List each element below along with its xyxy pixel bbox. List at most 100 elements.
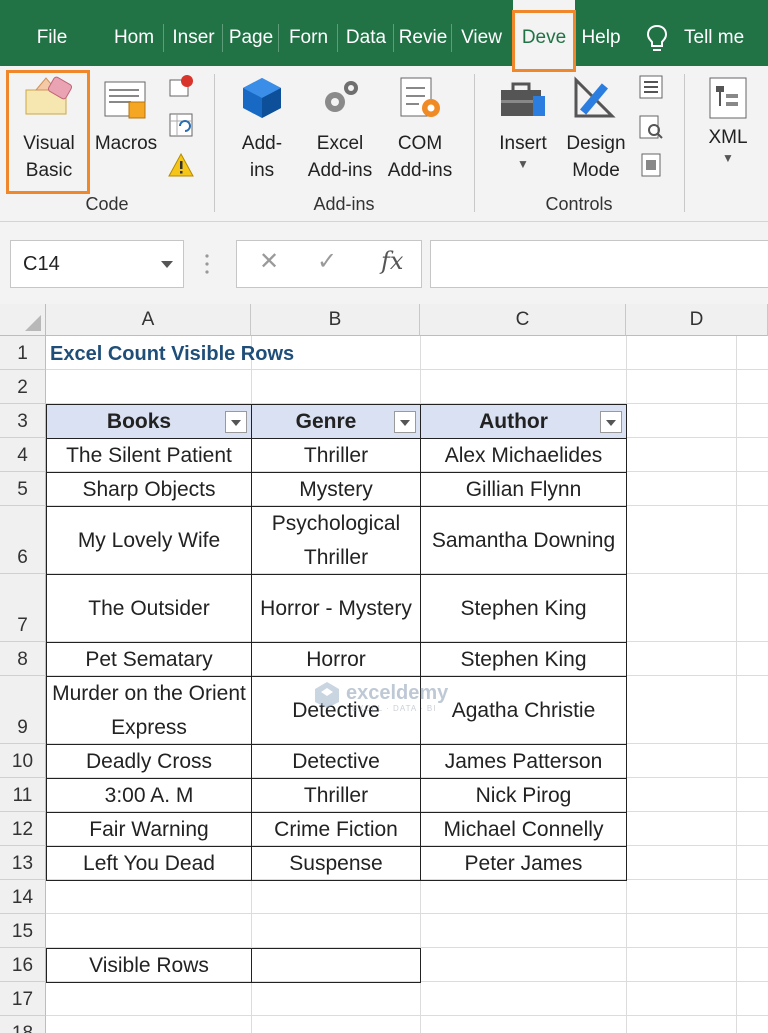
insert-function-icon[interactable]: fx — [381, 247, 403, 275]
tab-view[interactable]: View — [452, 0, 511, 66]
table-cell[interactable]: Peter James — [420, 846, 627, 881]
table-cell[interactable]: Horror — [251, 642, 421, 677]
column-header-e[interactable] — [736, 304, 768, 336]
gridline — [46, 1015, 768, 1016]
sheet-title[interactable]: Excel Count Visible Rows — [46, 336, 627, 371]
cancel-icon[interactable]: ✕ — [259, 247, 279, 276]
enter-icon[interactable]: ✓ — [317, 247, 337, 276]
row-header-6[interactable]: 6 — [0, 506, 46, 574]
table-cell[interactable]: 3:00 A. M — [46, 778, 252, 813]
formula-input[interactable] — [430, 240, 768, 288]
table-cell[interactable]: Fair Warning — [46, 812, 252, 847]
drag-handle-icon[interactable] — [205, 252, 209, 276]
record-macro-icon[interactable] — [168, 74, 194, 100]
addins-button[interactable]: Add- ins — [226, 74, 298, 184]
table-cell[interactable]: Stephen King — [420, 642, 627, 677]
table-cell[interactable]: Nick Pirog — [420, 778, 627, 813]
name-box[interactable]: C14 — [10, 240, 184, 288]
run-dialog-icon[interactable] — [638, 152, 664, 178]
addins-group-label: Add-ins — [313, 194, 375, 214]
worksheet-grid[interactable]: ABCD123456789101112131415161718Excel Cou… — [0, 304, 768, 1033]
table-cell[interactable]: Michael Connelly — [420, 812, 627, 847]
com-addins-button[interactable]: COM Add-ins — [382, 74, 458, 184]
table-header-author[interactable]: Author — [420, 404, 627, 439]
table-cell[interactable]: James Patterson — [420, 744, 627, 779]
table-cell[interactable]: Mystery — [251, 472, 421, 507]
select-all-button[interactable] — [0, 304, 46, 336]
tab-file[interactable]: File — [0, 0, 104, 66]
table-cell[interactable]: Left You Dead — [46, 846, 252, 881]
tab-help[interactable]: Help — [576, 0, 626, 66]
row-header-14[interactable]: 14 — [0, 880, 46, 914]
tab-developer[interactable]: Deve — [513, 0, 575, 70]
tab-home[interactable]: Hom — [104, 0, 164, 66]
tab-insert[interactable]: Inser — [164, 0, 223, 66]
table-cell[interactable]: My Lovely Wife — [46, 506, 252, 575]
row-header-16[interactable]: 16 — [0, 948, 46, 982]
row-header-10[interactable]: 10 — [0, 744, 46, 778]
properties-icon[interactable] — [638, 74, 664, 100]
column-header-c[interactable]: C — [420, 304, 626, 336]
row-header-3[interactable]: 3 — [0, 404, 46, 438]
column-header-b[interactable]: B — [251, 304, 420, 336]
excel-addins-button[interactable]: Excel Add-ins — [298, 74, 382, 184]
visible-rows-result[interactable] — [251, 948, 421, 983]
table-cell[interactable]: Crime Fiction — [251, 812, 421, 847]
design-mode-button[interactable]: Design Mode — [560, 74, 632, 184]
table-cell[interactable]: Alex Michaelides — [420, 438, 627, 473]
code-group-label: Code — [85, 194, 129, 214]
table-cell[interactable]: Horror - Mystery — [251, 574, 421, 643]
table-cell[interactable]: Murder on the Orient Express — [46, 676, 252, 745]
table-cell[interactable]: The Silent Patient — [46, 438, 252, 473]
table-cell[interactable]: The Outsider — [46, 574, 252, 643]
insert-controls-button[interactable]: Insert ▼ — [488, 74, 558, 171]
macro-security-icon[interactable] — [168, 152, 194, 178]
tab-formulas[interactable]: Forn — [279, 0, 338, 66]
tab-data[interactable]: Data — [338, 0, 394, 66]
visual-basic-button[interactable]: Visual Basic — [10, 74, 88, 184]
view-code-icon[interactable] — [638, 114, 664, 140]
row-header-1[interactable]: 1 — [0, 336, 46, 370]
table-cell[interactable]: Suspense — [251, 846, 421, 881]
table-cell[interactable]: Thriller — [251, 778, 421, 813]
visible-rows-label[interactable]: Visible Rows — [46, 948, 252, 983]
table-header-books[interactable]: Books — [46, 404, 252, 439]
table-cell[interactable]: Deadly Cross — [46, 744, 252, 779]
chevron-down-icon[interactable] — [161, 261, 173, 268]
tab-review[interactable]: Revie — [394, 0, 452, 66]
row-header-12[interactable]: 12 — [0, 812, 46, 846]
table-cell[interactable]: Thriller — [251, 438, 421, 473]
filter-dropdown-button[interactable] — [600, 411, 622, 433]
column-header-a[interactable]: A — [46, 304, 251, 336]
xml-button[interactable]: XML ▼ — [696, 74, 760, 165]
row-header-7[interactable]: 7 — [0, 574, 46, 642]
row-header-17[interactable]: 17 — [0, 982, 46, 1016]
relative-references-icon[interactable] — [168, 112, 194, 138]
macros-button[interactable]: Macros — [90, 74, 162, 157]
filter-dropdown-button[interactable] — [394, 411, 416, 433]
row-header-9[interactable]: 9 — [0, 676, 46, 744]
row-header-4[interactable]: 4 — [0, 438, 46, 472]
table-cell[interactable]: Pet Sematary — [46, 642, 252, 677]
table-cell[interactable]: Detective — [251, 744, 421, 779]
row-header-15[interactable]: 15 — [0, 914, 46, 948]
row-header-2[interactable]: 2 — [0, 370, 46, 404]
lightbulb-icon[interactable] — [646, 24, 668, 54]
table-cell[interactable]: Stephen King — [420, 574, 627, 643]
row-header-5[interactable]: 5 — [0, 472, 46, 506]
table-cell[interactable]: Sharp Objects — [46, 472, 252, 507]
table-header-genre[interactable]: Genre — [251, 404, 421, 439]
formula-bar: C14 ✕ ✓ fx — [0, 222, 768, 304]
table-cell[interactable]: Gillian Flynn — [420, 472, 627, 507]
row-header-11[interactable]: 11 — [0, 778, 46, 812]
chevron-down-icon — [606, 420, 616, 426]
tell-me-search[interactable]: Tell me — [684, 0, 768, 66]
filter-dropdown-button[interactable] — [225, 411, 247, 433]
tab-page-layout[interactable]: Page — [223, 0, 279, 66]
ribbon-divider — [684, 74, 685, 212]
row-header-8[interactable]: 8 — [0, 642, 46, 676]
row-header-13[interactable]: 13 — [0, 846, 46, 880]
table-cell[interactable]: Psychological Thriller — [251, 506, 421, 575]
row-header-18[interactable]: 18 — [0, 1016, 46, 1033]
table-cell[interactable]: Samantha Downing — [420, 506, 627, 575]
